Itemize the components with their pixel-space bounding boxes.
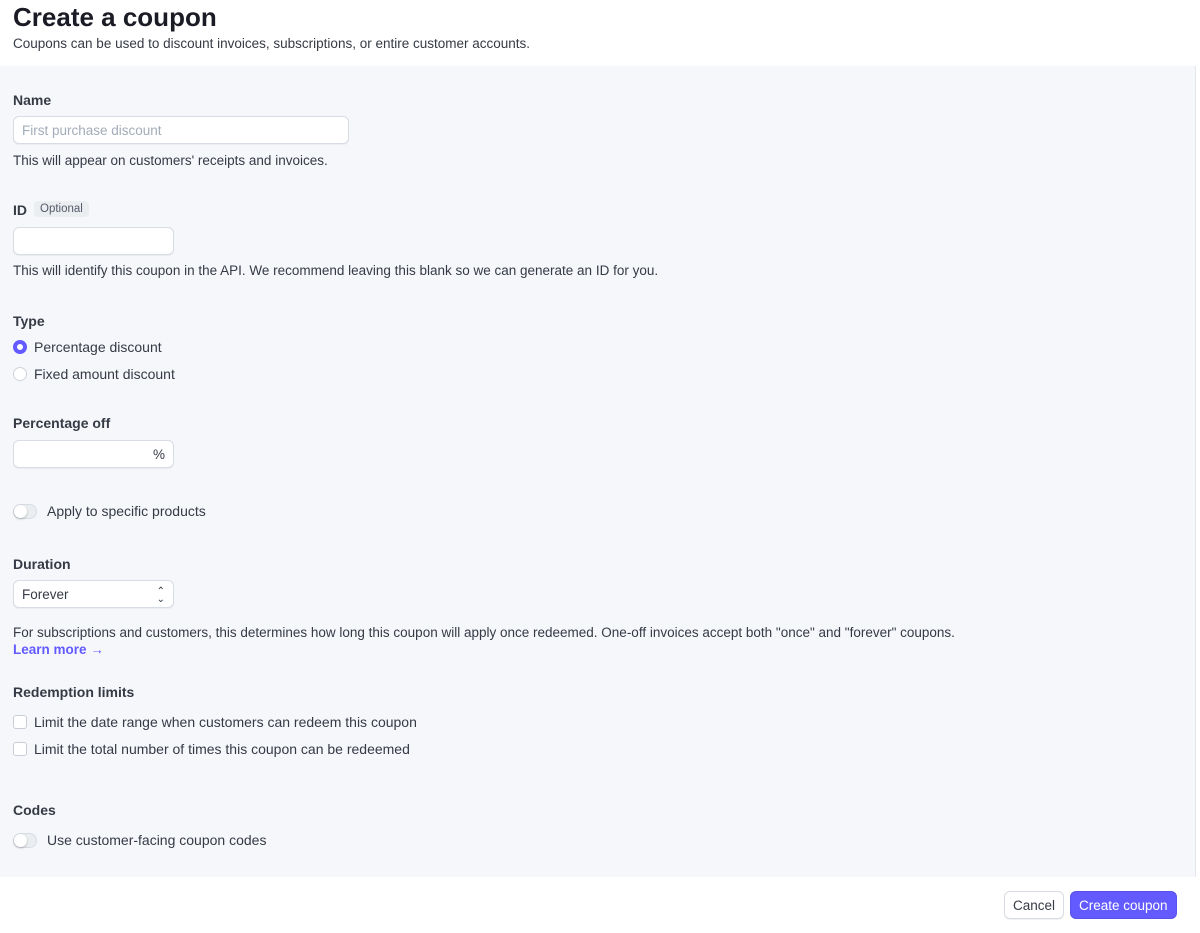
duration-select[interactable]: Forever ⌃ ⌄ — [13, 580, 174, 608]
redemption-label: Redemption limits — [13, 684, 135, 700]
codes-label: Codes — [13, 802, 56, 818]
apply-products-toggle[interactable]: Apply to specific products — [13, 503, 206, 519]
checkbox-label: Limit the date range when customers can … — [34, 714, 417, 730]
radio-percentage-discount[interactable]: Percentage discount — [13, 339, 162, 355]
percent-suffix: % — [152, 447, 165, 462]
percentage-input[interactable]: % — [13, 440, 174, 468]
duration-help: For subscriptions and customers, this de… — [13, 625, 955, 640]
page-subtitle: Coupons can be used to discount invoices… — [13, 36, 531, 51]
checkbox-label: Limit the total number of times this cou… — [34, 741, 410, 757]
radio-fixed-amount-discount[interactable]: Fixed amount discount — [13, 366, 175, 382]
page-title: Create a coupon — [13, 2, 217, 32]
id-label: ID — [13, 202, 27, 218]
name-input[interactable]: First purchase discount — [13, 116, 349, 144]
radio-icon[interactable] — [13, 367, 27, 381]
toggle-label: Use customer-facing coupon codes — [47, 832, 267, 848]
create-coupon-button[interactable]: Create coupon — [1070, 891, 1177, 919]
optional-badge: Optional — [34, 201, 89, 217]
learn-more-link[interactable]: Learn more → — [13, 642, 104, 657]
radio-label: Percentage discount — [34, 339, 162, 355]
checkbox-icon[interactable] — [13, 742, 27, 756]
checkbox-total-redemptions[interactable]: Limit the total number of times this cou… — [13, 741, 410, 757]
duration-label: Duration — [13, 556, 71, 572]
checkbox-icon[interactable] — [13, 715, 27, 729]
radio-selected-icon[interactable] — [13, 340, 27, 354]
id-help: This will identify this coupon in the AP… — [13, 263, 659, 278]
toggle-label: Apply to specific products — [47, 503, 206, 519]
type-label: Type — [13, 313, 45, 329]
chevron-up-down-icon: ⌃ ⌄ — [156, 586, 165, 605]
coupon-codes-toggle[interactable]: Use customer-facing coupon codes — [13, 832, 266, 848]
name-help: This will appear on customers' receipts … — [13, 153, 328, 168]
toggle-switch[interactable] — [13, 503, 37, 519]
percentage-label: Percentage off — [13, 415, 111, 431]
cancel-button[interactable]: Cancel — [1004, 891, 1065, 919]
name-label: Name — [13, 92, 52, 108]
checkbox-date-range[interactable]: Limit the date range when customers can … — [13, 714, 417, 730]
id-input[interactable] — [13, 227, 174, 255]
duration-value: Forever — [22, 587, 69, 602]
radio-label: Fixed amount discount — [34, 366, 175, 382]
toggle-switch[interactable] — [13, 832, 37, 848]
header: Create a coupon Coupons can be used to d… — [0, 0, 1200, 66]
